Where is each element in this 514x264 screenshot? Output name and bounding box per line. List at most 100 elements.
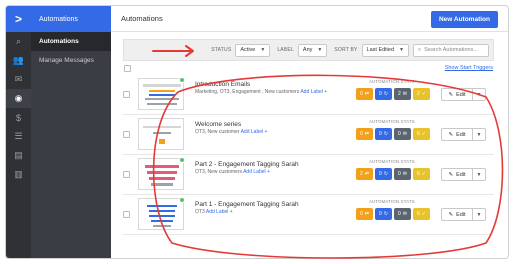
search-automations-input[interactable]: ⌕ Search Automations... bbox=[413, 43, 489, 57]
label-select[interactable]: Any ▼ bbox=[297, 43, 328, 57]
lists-nav-icon[interactable]: ☰ bbox=[6, 127, 31, 146]
emails-sent-icon: ✉ bbox=[402, 211, 407, 217]
stat-badge[interactable]: 0 ↻ bbox=[375, 128, 392, 140]
edit-dropdown-toggle[interactable]: ▼ bbox=[473, 209, 485, 220]
automation-row[interactable]: Part 2 - Engagement Tagging Sarah OT3, N… bbox=[123, 155, 494, 195]
active-status-dot bbox=[179, 77, 185, 83]
stat-badge[interactable]: 0 ✓ bbox=[413, 128, 430, 140]
sort-select[interactable]: Last Edited ▼ bbox=[361, 43, 409, 57]
chevron-down-icon: ▼ bbox=[476, 171, 482, 178]
stat-badge[interactable]: 0 ✓ bbox=[413, 208, 430, 220]
stat-badge[interactable]: 0 ↻ bbox=[375, 208, 392, 220]
stat-badge[interactable]: 0 ⇄ bbox=[356, 88, 373, 100]
automation-tags: OT3, New customer Add Label + bbox=[195, 129, 355, 135]
in-progress-icon: ↻ bbox=[383, 211, 388, 217]
emails-sent-icon: ✉ bbox=[402, 131, 407, 137]
row-checkbox[interactable] bbox=[123, 91, 130, 98]
search-nav-icon[interactable]: ⌕ bbox=[6, 32, 31, 51]
main-content: Automations New Automation STATUS Active… bbox=[111, 6, 508, 258]
automation-title[interactable]: Introduction Emails bbox=[195, 81, 355, 88]
automation-stats: 0 ⇄ 0 ↻ 2 ✉ 2 ✓ bbox=[356, 88, 430, 100]
row-checkbox[interactable] bbox=[123, 211, 130, 218]
automation-tag-list: OT3, New customer bbox=[195, 129, 240, 135]
nav-item-automations[interactable]: Automations bbox=[31, 32, 111, 51]
automation-thumbnail[interactable] bbox=[138, 118, 184, 150]
edit-dropdown-toggle[interactable]: ▼ bbox=[473, 89, 485, 100]
automation-thumbnail[interactable] bbox=[138, 197, 185, 230]
row-checkbox[interactable] bbox=[123, 171, 130, 178]
pencil-icon: ✎ bbox=[448, 211, 454, 218]
stat-badge[interactable]: 0 ✉ bbox=[394, 128, 411, 140]
edit-button[interactable]: ✎ Edit bbox=[442, 129, 473, 140]
edit-button-group[interactable]: ✎ Edit ▼ bbox=[441, 128, 486, 141]
status-select[interactable]: Active ▼ bbox=[235, 43, 271, 57]
automation-thumbnail[interactable] bbox=[138, 157, 185, 190]
search-icon: ⌕ bbox=[418, 46, 422, 53]
automation-stats: 2 ⇄ 0 ↻ 0 ✉ 0 ✓ bbox=[356, 168, 430, 180]
edit-dropdown-toggle[interactable]: ▼ bbox=[473, 129, 485, 140]
automation-tags: Marketing, OT3, Engagement , New custome… bbox=[195, 89, 355, 95]
select-all-checkbox[interactable] bbox=[124, 64, 131, 72]
automation-thumbnail[interactable] bbox=[138, 77, 185, 110]
stat-badge[interactable]: 0 ✓ bbox=[413, 168, 430, 180]
label-select-value: Any bbox=[302, 47, 313, 53]
show-start-triggers-link[interactable]: Show Start Triggers bbox=[445, 65, 493, 71]
add-label-link[interactable]: Add Label + bbox=[241, 129, 268, 135]
contacts-nav-icon[interactable]: 👥 bbox=[6, 51, 31, 70]
automation-title[interactable]: Welcome series bbox=[195, 121, 355, 128]
in-progress-icon: ↻ bbox=[383, 131, 388, 137]
row-checkbox[interactable] bbox=[123, 131, 130, 138]
edit-button-group[interactable]: ✎ Edit ▼ bbox=[441, 208, 486, 221]
stat-value: 0 bbox=[360, 91, 363, 97]
edit-button-group[interactable]: ✎ Edit ▼ bbox=[441, 168, 486, 181]
pencil-icon: ✎ bbox=[448, 91, 454, 98]
automation-list-panel: STATUS Active ▼ LABEL Any ▼ SORT BY Last… bbox=[123, 39, 494, 258]
automations-nav-icon[interactable]: ◉ bbox=[6, 89, 31, 108]
stat-badge[interactable]: 2 ✉ bbox=[394, 88, 411, 100]
sort-select-value: Last Edited bbox=[366, 47, 395, 53]
reports-nav-icon[interactable]: ▥ bbox=[6, 165, 31, 184]
stat-value: 2 bbox=[360, 171, 363, 177]
stat-badge[interactable]: 2 ⇄ bbox=[356, 168, 373, 180]
add-label-link[interactable]: Add Label + bbox=[243, 169, 270, 175]
automation-row[interactable]: Introduction Emails Marketing, OT3, Enga… bbox=[123, 75, 494, 115]
stat-value: 0 bbox=[379, 131, 382, 137]
automation-row[interactable]: Welcome series OT3, New customer Add Lab… bbox=[123, 115, 494, 155]
automation-info: Welcome series OT3, New customer Add Lab… bbox=[195, 121, 355, 135]
deals-nav-icon[interactable]: $ bbox=[6, 108, 31, 127]
automation-row[interactable]: Part 1 - Engagement Tagging Sarah OT3 Ad… bbox=[123, 195, 494, 235]
stat-badge[interactable]: 2 ✓ bbox=[413, 88, 430, 100]
add-label-link[interactable]: Add Label + bbox=[206, 209, 233, 215]
stat-badge[interactable]: 0 ✉ bbox=[394, 208, 411, 220]
automation-stats-heading: AUTOMATION STATS bbox=[369, 159, 415, 164]
automation-tags: OT3 Add Label + bbox=[195, 209, 355, 215]
contacts-entered-icon: ⇄ bbox=[364, 171, 369, 177]
edit-button[interactable]: ✎ Edit bbox=[442, 89, 473, 100]
chevron-down-icon: ▼ bbox=[260, 47, 266, 53]
stat-badge[interactable]: 0 ↻ bbox=[375, 168, 392, 180]
add-label-link[interactable]: Add Label + bbox=[300, 89, 327, 95]
stat-badge[interactable]: 0 ⇄ bbox=[356, 128, 373, 140]
edit-button[interactable]: ✎ Edit bbox=[442, 209, 473, 220]
automation-title[interactable]: Part 1 - Engagement Tagging Sarah bbox=[195, 201, 355, 208]
stat-value: 0 bbox=[417, 211, 420, 217]
edit-dropdown-toggle[interactable]: ▼ bbox=[473, 169, 485, 180]
automation-info: Part 2 - Engagement Tagging Sarah OT3, N… bbox=[195, 161, 355, 175]
automation-title[interactable]: Part 2 - Engagement Tagging Sarah bbox=[195, 161, 355, 168]
status-select-value: Active bbox=[240, 47, 256, 53]
forms-nav-icon[interactable]: ▤ bbox=[6, 146, 31, 165]
filter-bar: STATUS Active ▼ LABEL Any ▼ SORT BY Last… bbox=[123, 39, 494, 61]
edit-button-group[interactable]: ✎ Edit ▼ bbox=[441, 88, 486, 101]
campaigns-nav-icon[interactable]: ✉ bbox=[6, 70, 31, 89]
stat-badge[interactable]: 0 ✉ bbox=[394, 168, 411, 180]
stat-badge[interactable]: 0 ↻ bbox=[375, 88, 392, 100]
in-progress-icon: ↻ bbox=[383, 171, 388, 177]
active-status-dot bbox=[179, 157, 185, 163]
nav-item-manage-messages[interactable]: Manage Messages bbox=[31, 51, 111, 70]
edit-button[interactable]: ✎ Edit bbox=[442, 169, 473, 180]
new-automation-button[interactable]: New Automation bbox=[430, 11, 498, 28]
stat-badge[interactable]: 0 ⇄ bbox=[356, 208, 373, 220]
chevron-down-icon: ▼ bbox=[317, 47, 323, 53]
automation-stats: 0 ⇄ 0 ↻ 0 ✉ 0 ✓ bbox=[356, 128, 430, 140]
logo-icon[interactable]: > bbox=[6, 6, 31, 32]
